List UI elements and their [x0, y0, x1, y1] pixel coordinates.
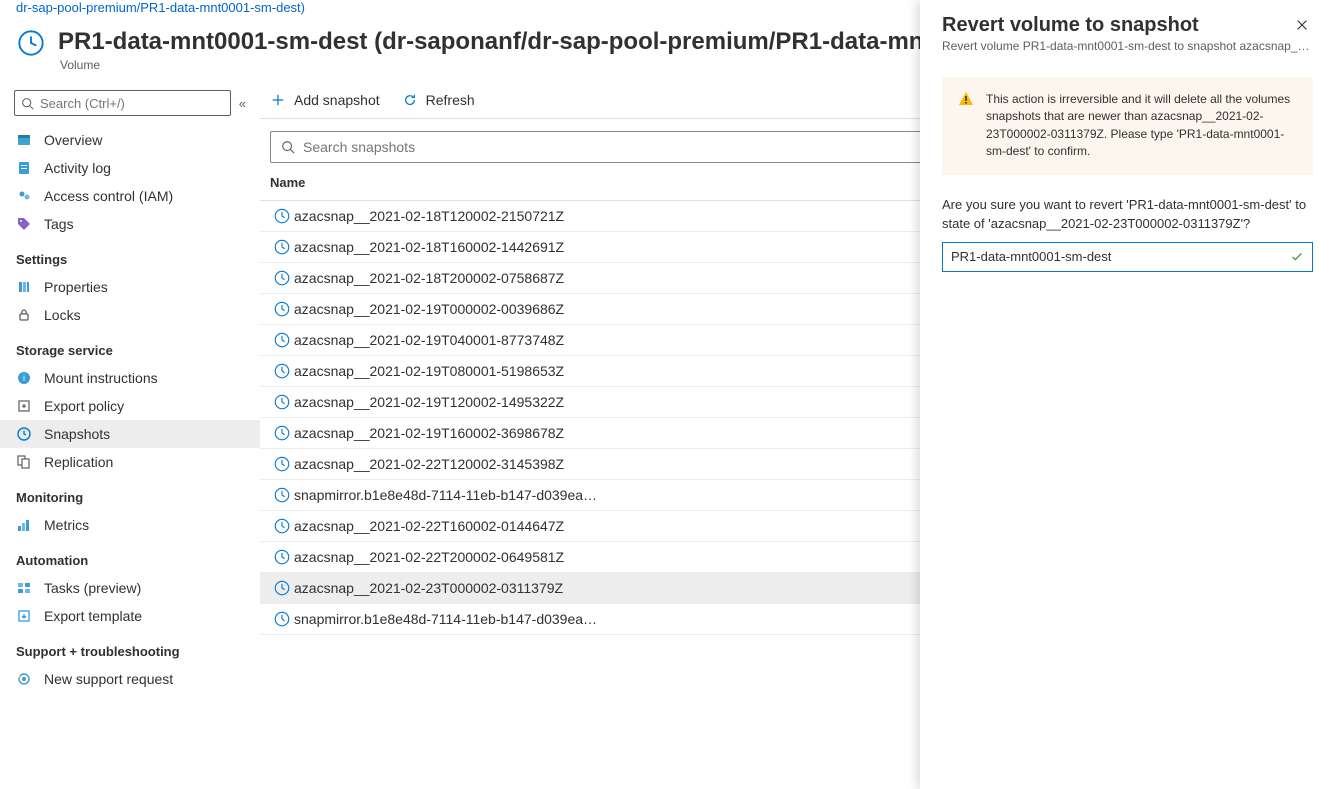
sidebar: « Overview Activity log Access control (IA…	[0, 82, 260, 786]
tasks-icon	[16, 580, 32, 596]
snapshot-icon	[270, 238, 294, 256]
sidebar-item-mount-instructions[interactable]: i Mount instructions	[0, 364, 260, 392]
volume-icon	[16, 28, 46, 58]
sidebar-item-replication[interactable]: Replication	[0, 448, 260, 476]
sidebar-item-label: Access control (IAM)	[44, 188, 173, 204]
sidebar-section-storage: Storage service	[0, 329, 260, 364]
close-icon	[1295, 18, 1309, 32]
sidebar-item-new-support-request[interactable]: New support request	[0, 665, 260, 693]
sidebar-item-label: Properties	[44, 279, 108, 295]
activitylog-icon	[16, 160, 32, 176]
iam-icon	[16, 188, 32, 204]
sidebar-item-label: Activity log	[44, 160, 111, 176]
warning-box: This action is irreversible and it will …	[942, 77, 1313, 175]
sidebar-item-label: New support request	[44, 671, 173, 687]
refresh-label: Refresh	[426, 92, 475, 108]
panel-subtitle: Revert volume PR1-data-mnt0001-sm-dest t…	[942, 39, 1313, 53]
sidebar-item-export-template[interactable]: Export template	[0, 602, 260, 630]
snapshot-icon	[270, 331, 294, 349]
snapshot-icon	[270, 455, 294, 473]
close-panel-button[interactable]	[1291, 14, 1313, 36]
plus-icon	[270, 92, 286, 108]
sidebar-item-overview[interactable]: Overview	[0, 126, 260, 154]
mount-icon: i	[16, 370, 32, 386]
snapshot-icon	[270, 362, 294, 380]
sidebar-item-label: Export policy	[44, 398, 124, 414]
add-snapshot-label: Add snapshot	[294, 92, 380, 108]
warning-text: This action is irreversible and it will …	[986, 91, 1297, 161]
panel-title: Revert volume to snapshot	[942, 14, 1199, 37]
properties-icon	[16, 279, 32, 295]
tags-icon	[16, 216, 32, 232]
sidebar-item-label: Overview	[44, 132, 102, 148]
sidebar-item-label: Replication	[44, 454, 113, 470]
refresh-button[interactable]: Refresh	[402, 92, 475, 108]
snapshot-icon	[270, 207, 294, 225]
snapshots-icon	[16, 426, 32, 442]
add-snapshot-button[interactable]: Add snapshot	[270, 92, 380, 108]
support-icon	[16, 671, 32, 687]
warning-icon	[958, 91, 974, 161]
confirm-question: Are you sure you want to revert 'PR1-dat…	[942, 195, 1313, 234]
snapshot-icon	[270, 548, 294, 566]
search-icon	[281, 140, 295, 154]
confirm-input[interactable]	[942, 242, 1313, 272]
locks-icon	[16, 307, 32, 323]
exporttpl-icon	[16, 608, 32, 624]
check-icon	[1290, 250, 1304, 264]
sidebar-item-properties[interactable]: Properties	[0, 273, 260, 301]
search-icon	[21, 97, 34, 110]
sidebar-item-activity-log[interactable]: Activity log	[0, 154, 260, 182]
collapse-sidebar-button[interactable]: «	[239, 96, 246, 111]
snapshot-icon	[270, 393, 294, 411]
snapshot-icon	[270, 424, 294, 442]
svg-text:i: i	[23, 373, 25, 383]
sidebar-section-monitoring: Monitoring	[0, 476, 260, 511]
confirm-input-field[interactable]	[951, 249, 1290, 264]
sidebar-item-label: Export template	[44, 608, 142, 624]
snapshot-icon	[270, 610, 294, 628]
sidebar-search-input[interactable]	[40, 96, 224, 111]
snapshot-icon	[270, 517, 294, 535]
sidebar-item-label: Tasks (preview)	[44, 580, 141, 596]
sidebar-item-snapshots[interactable]: Snapshots	[0, 420, 260, 448]
sidebar-item-label: Mount instructions	[44, 370, 158, 386]
sidebar-item-export-policy[interactable]: Export policy	[0, 392, 260, 420]
sidebar-section-automation: Automation	[0, 539, 260, 574]
sidebar-section-settings: Settings	[0, 238, 260, 273]
sidebar-item-tags[interactable]: Tags	[0, 210, 260, 238]
refresh-icon	[402, 92, 418, 108]
sidebar-item-tasks-preview-[interactable]: Tasks (preview)	[0, 574, 260, 602]
snapshot-icon	[270, 579, 294, 597]
sidebar-item-access-control-iam-[interactable]: Access control (IAM)	[0, 182, 260, 210]
sidebar-item-metrics[interactable]: Metrics	[0, 511, 260, 539]
export-icon	[16, 398, 32, 414]
sidebar-item-label: Metrics	[44, 517, 89, 533]
sidebar-search[interactable]	[14, 90, 231, 116]
sidebar-item-label: Locks	[44, 307, 81, 323]
snapshot-icon	[270, 300, 294, 318]
snapshot-icon	[270, 486, 294, 504]
overview-icon	[16, 132, 32, 148]
sidebar-section-support: Support + troubleshooting	[0, 630, 260, 665]
metrics-icon	[16, 517, 32, 533]
sidebar-item-locks[interactable]: Locks	[0, 301, 260, 329]
column-name-header[interactable]: Name	[270, 175, 305, 190]
sidebar-item-label: Tags	[44, 216, 74, 232]
breadcrumb-link[interactable]: dr-sap-pool-premium/PR1-data-mnt0001-sm-…	[16, 0, 305, 15]
sidebar-item-label: Snapshots	[44, 426, 110, 442]
replication-icon	[16, 454, 32, 470]
revert-panel: Revert volume to snapshot Revert volume …	[920, 0, 1335, 789]
snapshot-icon	[270, 269, 294, 287]
